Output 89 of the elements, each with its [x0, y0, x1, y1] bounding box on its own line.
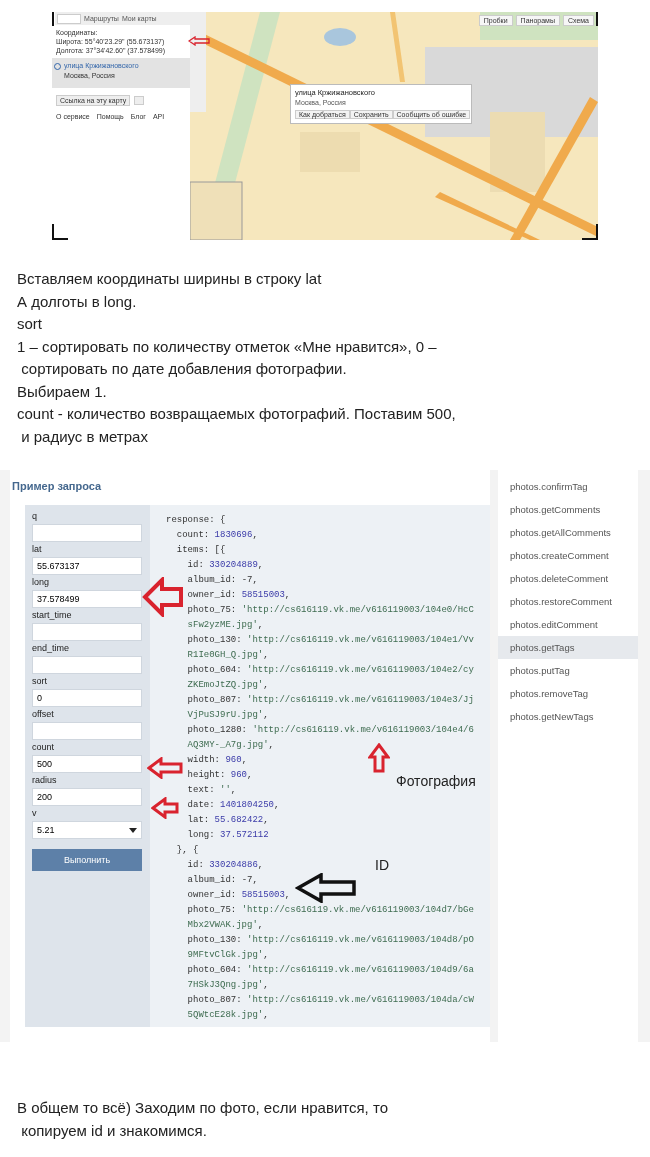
input-field[interactable] — [32, 722, 142, 740]
input-field[interactable] — [32, 656, 142, 674]
field-label: long — [32, 576, 49, 589]
code-line: text: '', — [186, 784, 237, 797]
method-link[interactable]: photos.removeTag — [498, 682, 638, 705]
code-line: VjPuSJ9rU.jpg', — [186, 709, 269, 722]
version-select[interactable]: 5.21 — [32, 821, 142, 839]
code-line: long: 37.572112 — [186, 829, 269, 842]
paragraph-line: В общем то всё) Заходим по фото, если нравится, то — [17, 1098, 388, 1118]
search-field[interactable] — [57, 13, 81, 24]
run-button[interactable]: Выполнить — [32, 849, 142, 871]
input-field[interactable]: 500 — [32, 755, 142, 773]
code-line: items: [{ — [175, 544, 226, 557]
method-link[interactable]: photos.createComment — [498, 544, 638, 567]
method-link[interactable]: photos.getTags — [498, 636, 638, 659]
method-link[interactable]: photos.getNewTags — [498, 705, 638, 728]
method-link[interactable]: photos.deleteComment — [498, 567, 638, 590]
input-field[interactable]: 55.673137 — [32, 557, 142, 575]
paragraph-line: Вставляем координаты ширины в строку lat — [17, 269, 322, 289]
code-line: ZKEmoJtZQ.jpg', — [186, 679, 269, 692]
arrow-icon — [188, 36, 210, 46]
code-line: date: 1401804250, — [186, 799, 280, 812]
paragraph-line: 1 – сортировать по количеству отметок «Мне нравится», 0 – — [17, 336, 437, 357]
code-line: id: 330204889, — [186, 559, 264, 572]
code-line: photo_604: 'http://cs616119.vk.me/v616119003/104d9/6a — [186, 964, 474, 977]
code-line: response: { — [166, 514, 226, 527]
code-line: Mbx2VWAK.jpg', — [186, 919, 264, 932]
field-label: count — [32, 741, 55, 754]
code-line: photo_807: 'http://cs616119.vk.me/v616119003/104e3/Jj — [186, 694, 474, 707]
paragraph-line: и радиус в метрах — [20, 426, 148, 447]
code-line: photo_130: 'http://cs616119.vk.me/v616119003/104d8/pO — [186, 934, 474, 947]
code-line: photo_1280: 'http://cs616119.vk.me/v616119003/104e4/6 — [186, 724, 474, 737]
annotation-label: Фотография — [396, 773, 476, 789]
code-line: photo_807: 'http://cs616119.vk.me/v616119003/104da/cW — [186, 994, 474, 1007]
input-field[interactable]: 37.578499 — [32, 590, 142, 608]
code-line: owner_id: 58515003, — [186, 589, 291, 602]
code-line: width: 960, — [186, 754, 248, 767]
arrow-icon — [151, 797, 179, 819]
code-line: 9MFtvClGk.jpg', — [186, 949, 269, 962]
input-field[interactable]: 200 — [32, 788, 142, 806]
method-link[interactable]: photos.confirmTag — [498, 475, 638, 498]
paragraph-line: Выбираем 1. — [17, 381, 107, 402]
paragraph-line: А долготы в long. — [17, 291, 137, 312]
paragraph-line: sort — [17, 314, 42, 334]
method-link[interactable]: photos.editComment — [498, 613, 638, 636]
arrow-icon — [142, 577, 184, 617]
frame-corner — [52, 224, 68, 240]
code-line: R1Ie0GH_Q.jpg', — [186, 649, 269, 662]
code-line: owner_id: 58515003, — [186, 889, 291, 902]
paragraph-line: count - количество возвращаемых фотографий. Поставим 500, — [17, 404, 456, 424]
code-line: album_id: -7, — [186, 574, 258, 587]
arrow-icon — [147, 757, 183, 779]
field-label: start_time — [32, 609, 72, 622]
field-label: sort — [32, 675, 47, 688]
arrow-icon — [295, 873, 357, 903]
input-field[interactable] — [32, 623, 142, 641]
field-label: radius — [32, 774, 57, 787]
input-field[interactable]: 0 — [32, 689, 142, 707]
field-label: lat — [32, 543, 42, 556]
field-label: end_time — [32, 642, 70, 655]
field-label: v — [32, 807, 37, 820]
code-line: lat: 55.682422, — [186, 814, 269, 827]
input-field[interactable] — [32, 524, 142, 542]
field-label: q — [32, 510, 37, 523]
arrow-icon — [368, 743, 390, 773]
code-line: AQ3MY-_A7g.jpg', — [186, 739, 274, 752]
code-line: photo_130: 'http://cs616119.vk.me/v616119003/104e1/Vv — [186, 634, 474, 647]
field-label: offset — [32, 708, 54, 721]
code-line: count: 1830696, — [175, 529, 258, 542]
method-link[interactable]: photos.putTag — [498, 659, 638, 682]
method-link[interactable]: photos.restoreComment — [498, 590, 638, 613]
code-line: album_id: -7, — [186, 874, 258, 887]
code-line: 5QWtcE28k.jpg', — [186, 1009, 269, 1022]
annotation-label: ID — [375, 857, 389, 873]
caret-icon — [129, 827, 137, 833]
code-line: photo_604: 'http://cs616119.vk.me/v616119003/104e2/cy — [186, 664, 474, 677]
method-link[interactable]: photos.getAllComments — [498, 521, 638, 544]
code-line: photo_75: 'http://cs616119.vk.me/v616119003/104e0/HcC — [186, 604, 474, 617]
method-link[interactable]: photos.getComments — [498, 498, 638, 521]
code-line: id: 330204886, — [186, 859, 264, 872]
paragraph-line: сортировать по дате добавления фотографии. — [20, 359, 347, 379]
code-line: 7HSkJ3Qng.jpg', — [186, 979, 269, 992]
section-title: Пример запроса — [11, 479, 103, 494]
code-line: photo_75: 'http://cs616119.vk.me/v616119003/104d7/bGe — [186, 904, 474, 917]
print-icon[interactable] — [134, 96, 145, 105]
code-line: sFw2yzME.jpg', — [186, 619, 264, 632]
code-line: }, { — [175, 844, 199, 857]
paragraph-line: копируем id и знакомимся. — [20, 1120, 207, 1141]
code-line: height: 960, — [186, 769, 253, 782]
